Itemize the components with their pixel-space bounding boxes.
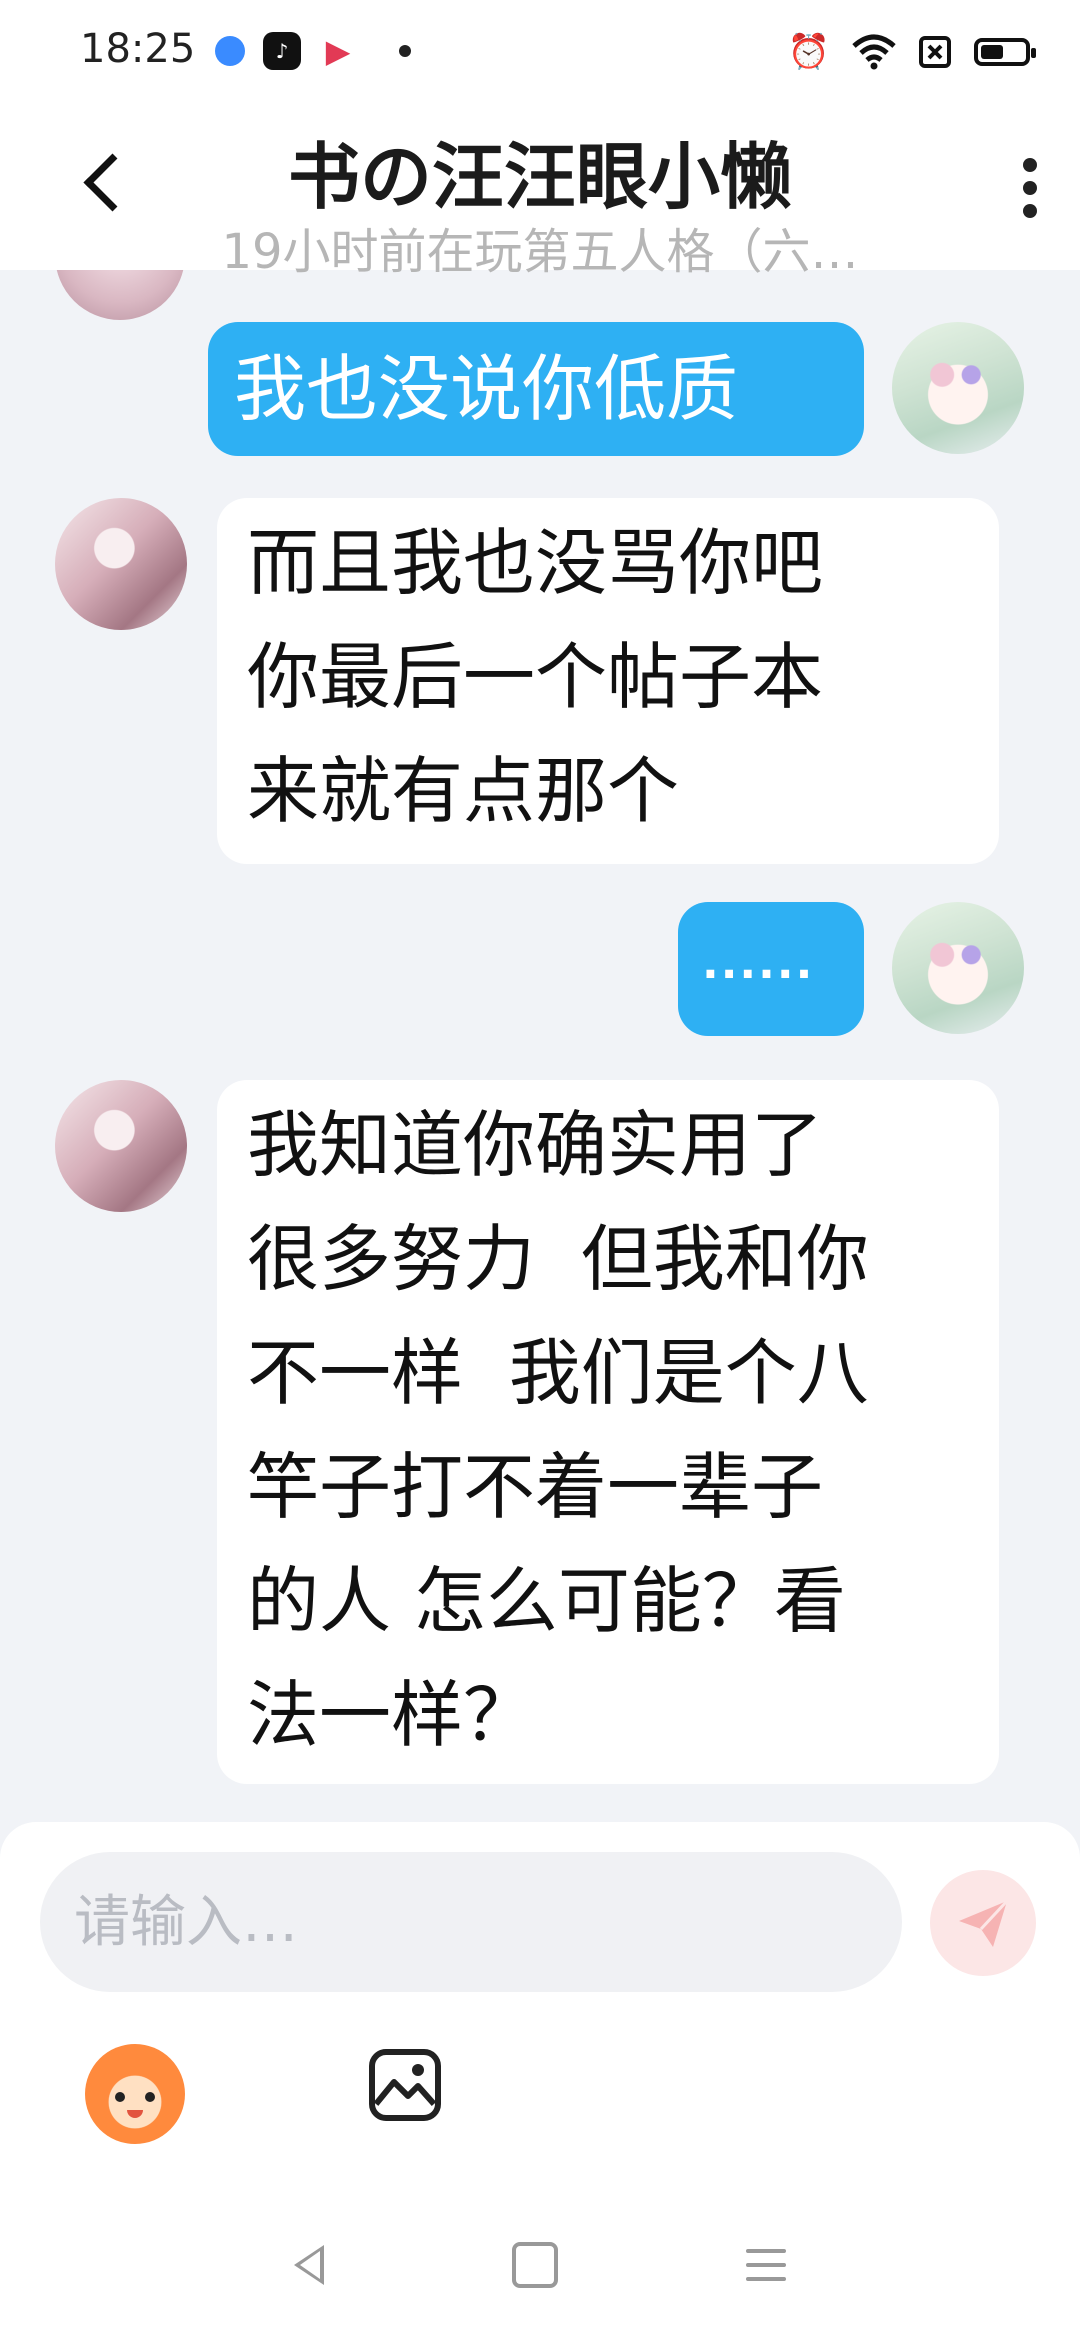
wifi-icon [852,34,896,70]
contact-name: 书の汪汪眼小懒 [287,135,792,219]
message-text: 我也没说你低质 [234,347,739,431]
status-bar: 18:25 ♪ ▶ ⏰ [0,0,1080,100]
alarm-icon: ⏰ [787,32,830,72]
more-options-icon[interactable] [1020,158,1040,218]
status-app-icons: ♪ ▶ [215,32,411,70]
message-text: ...... [702,938,815,989]
status-time: 18:25 [80,26,196,72]
message-text: 我知道你确实用了 很多努力 但我和你 不一样 我们是个八 竿子打不着一辈子 的人… [247,1103,869,1757]
chat-header: 书の汪汪眼小懒 19小时前在玩第五人格（六… [0,100,1080,280]
avatar[interactable] [892,902,1024,1034]
avatar[interactable] [55,498,187,630]
send-icon [959,1899,1009,1947]
tiktok-app-icon: ♪ [263,32,301,70]
avatar[interactable] [55,270,185,320]
status-system-icons: ⏰ [787,32,1036,72]
message-bubble-outgoing[interactable]: 我也没说你低质 [208,322,864,456]
system-nav-bar [0,2190,1080,2340]
message-bubble-incoming[interactable]: 而且我也没骂你吧 你最后一个帖子本 来就有点那个 [217,498,999,864]
avatar[interactable] [55,1080,187,1212]
send-button[interactable] [930,1870,1036,1976]
nav-menu-icon[interactable] [746,2249,786,2281]
message-input[interactable] [40,1852,902,1992]
message-text: 而且我也没骂你吧 你最后一个帖子本 来就有点那个 [247,521,824,833]
nav-back-icon[interactable] [294,2245,324,2285]
browser-app-icon [215,36,245,66]
avatar[interactable] [892,322,1024,454]
more-notifications-icon [399,45,411,57]
chat-messages[interactable]: 我也没说你低质 而且我也没骂你吧 你最后一个帖子本 来就有点那个 ...... … [0,270,1080,1830]
message-bubble-outgoing[interactable]: ...... [678,902,864,1036]
emoji-mascot-icon[interactable] [85,2044,185,2144]
message-bubble-incoming[interactable]: 我知道你确实用了 很多努力 但我和你 不一样 我们是个八 竿子打不着一辈子 的人… [217,1080,999,1784]
video-app-icon: ▶ [319,32,357,70]
nav-home-icon[interactable] [512,2242,558,2288]
battery-icon [974,38,1036,66]
image-icon[interactable] [368,2048,442,2122]
sim-off-icon [919,36,951,68]
